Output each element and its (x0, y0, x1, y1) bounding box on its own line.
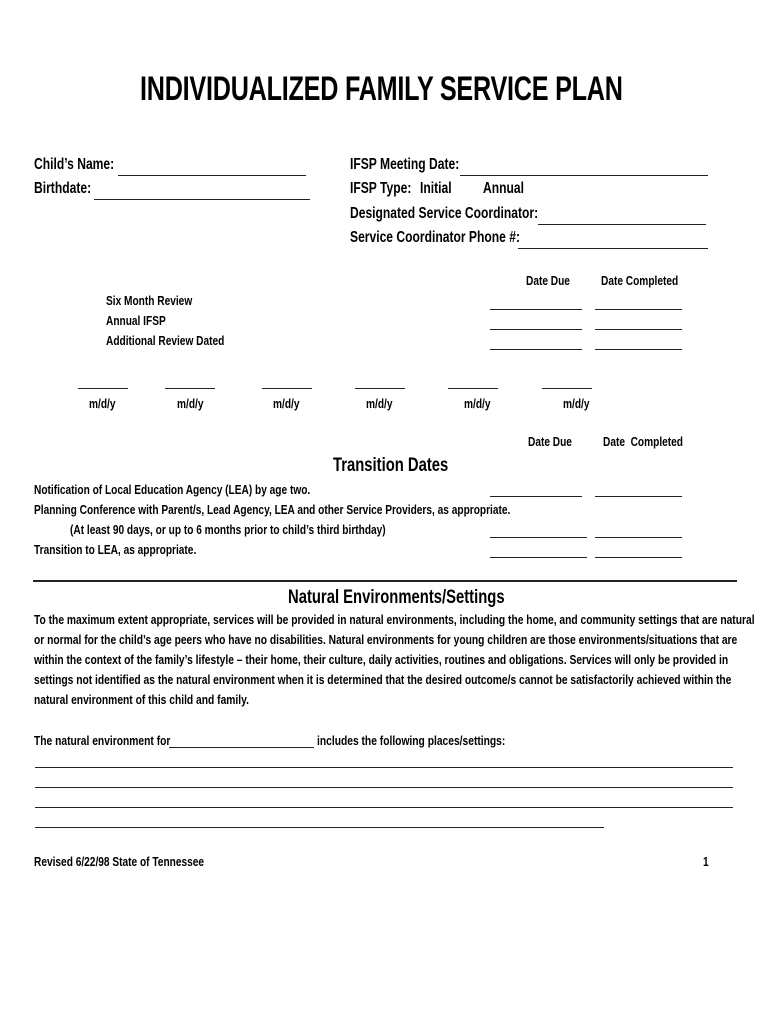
settings-line-field[interactable] (35, 807, 733, 808)
annual-ifsp-date-completed-field[interactable] (595, 329, 682, 330)
child-name-field[interactable] (118, 175, 306, 176)
planning-conference-date-completed-field[interactable] (595, 537, 682, 538)
additional-review-date-completed-field[interactable] (595, 349, 682, 350)
date-format-label: m/d/y (464, 396, 491, 411)
transition-lea-date-completed-field[interactable] (595, 557, 682, 558)
six-month-review-date-completed-field[interactable] (595, 309, 682, 310)
lea-notification-date-due-field[interactable] (490, 496, 582, 497)
review-row-label: Six Month Review (106, 293, 193, 308)
child-name-label: Child’s Name: (34, 156, 115, 173)
transition-date-completed-header: Date Completed (603, 434, 684, 449)
transition-section-title: Transition Dates (333, 455, 449, 476)
transition-row-label: Planning Conference with Parent/s, Lead … (34, 502, 511, 517)
coordinator-field[interactable] (538, 224, 706, 225)
natural-environment-sentence-suffix: includes the following places/settings: (317, 733, 506, 748)
date-format-label: m/d/y (366, 396, 393, 411)
review-date-field[interactable] (542, 388, 592, 389)
coordinator-phone-field[interactable] (518, 248, 708, 249)
date-format-label: m/d/y (563, 396, 590, 411)
six-month-review-date-due-field[interactable] (490, 309, 582, 310)
settings-line-field[interactable] (35, 767, 733, 768)
settings-line-field[interactable] (35, 827, 604, 828)
natural-environments-paragraph-line: within the context of the family’s lifes… (34, 652, 729, 667)
natural-environments-paragraph-line: settings not identified as the natural e… (34, 672, 732, 687)
review-date-field[interactable] (262, 388, 312, 389)
review-date-field[interactable] (448, 388, 498, 389)
natural-environment-sentence-prefix: The natural environment for (34, 733, 171, 748)
lea-notification-date-completed-field[interactable] (595, 496, 682, 497)
meeting-date-label: IFSP Meeting Date: (350, 156, 460, 173)
natural-environments-paragraph-line: or normal for the child’s age peers who … (34, 632, 738, 647)
reviews-date-completed-header: Date Completed (601, 273, 679, 288)
transition-date-due-header: Date Due (528, 434, 572, 449)
date-format-label: m/d/y (177, 396, 204, 411)
review-date-field[interactable] (165, 388, 215, 389)
natural-environments-paragraph-line: natural environment of this child and fa… (34, 692, 249, 707)
meeting-date-field[interactable] (460, 175, 708, 176)
transition-row-label: Notification of Local Education Agency (… (34, 482, 311, 497)
natural-environments-title: Natural Environments/Settings (288, 587, 505, 608)
ifsp-type-initial-option[interactable]: Initial (420, 180, 452, 198)
planning-conference-date-due-field[interactable] (490, 537, 587, 538)
footer-revision: Revised 6/22/98 State of Tennessee (34, 854, 205, 869)
footer-page-number: 1 (703, 854, 709, 869)
birthdate-field[interactable] (94, 199, 310, 200)
birthdate-label: Birthdate: (34, 180, 92, 197)
additional-review-date-due-field[interactable] (490, 349, 582, 350)
section-divider (33, 580, 737, 582)
date-format-label: m/d/y (273, 396, 300, 411)
review-row-label: Additional Review Dated (106, 333, 225, 348)
coordinator-phone-label: Service Coordinator Phone #: (350, 229, 520, 246)
ifsp-type-annual-option[interactable]: Annual (483, 180, 524, 198)
review-date-field[interactable] (78, 388, 128, 389)
settings-line-field[interactable] (35, 787, 733, 788)
document-title: INDIVIDUALIZED FAMILY SERVICE PLAN (140, 70, 623, 108)
ifsp-type-label: IFSP Type: (350, 180, 412, 197)
natural-environment-child-field[interactable] (169, 747, 314, 748)
transition-row-label: Transition to LEA, as appropriate. (34, 542, 197, 557)
review-date-field[interactable] (355, 388, 405, 389)
natural-environments-paragraph-line: To the maximum extent appropriate, servi… (34, 612, 755, 627)
reviews-date-due-header: Date Due (526, 273, 570, 288)
transition-lea-date-due-field[interactable] (490, 557, 587, 558)
annual-ifsp-date-due-field[interactable] (490, 329, 582, 330)
coordinator-label: Designated Service Coordinator: (350, 205, 539, 222)
review-row-label: Annual IFSP (106, 313, 166, 328)
transition-row-sublabel: (At least 90 days, or up to 6 months pri… (70, 522, 386, 537)
date-format-label: m/d/y (89, 396, 116, 411)
